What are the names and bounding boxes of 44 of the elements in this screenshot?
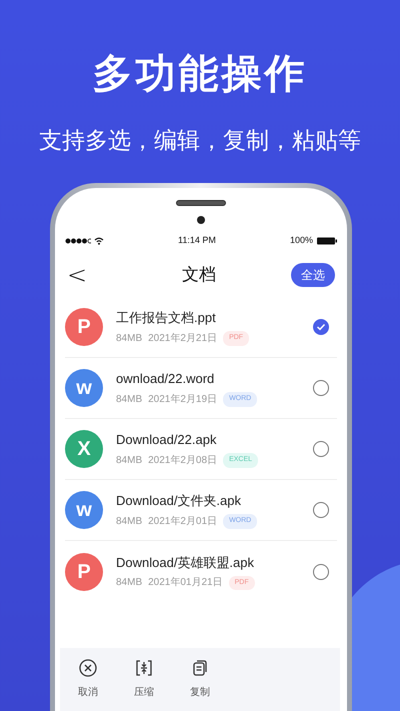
file-size: 84MB [116, 514, 142, 529]
file-size: 84MB [116, 576, 142, 590]
camera-icon [197, 216, 205, 224]
toolbar-button[interactable]: 取消 [60, 659, 116, 700]
cancel-icon [79, 659, 97, 677]
battery-percent: 100% [290, 234, 313, 248]
file-size: 84MB [116, 454, 142, 468]
copy-icon [191, 659, 209, 677]
file-size: 84MB [116, 332, 142, 346]
check-icon [316, 323, 326, 331]
file-date: 2021年01月21日 [148, 576, 223, 590]
file-type-avatar: X [65, 430, 103, 468]
file-type-avatar: P [65, 308, 103, 346]
compress-icon [135, 659, 153, 677]
status-time: 11:14 PM [178, 234, 216, 248]
battery-icon [316, 237, 337, 245]
file-name: Download/文件夹.apk [116, 492, 242, 510]
file-name: 工作报告文档.ppt [116, 309, 217, 328]
wifi-icon [94, 237, 104, 245]
select-checkbox[interactable] [313, 564, 329, 580]
toolbar-button[interactable]: 压缩 [116, 659, 172, 700]
toolbar-button[interactable]: 复制 [172, 659, 228, 700]
file-name: Download/英雄联盟.apk [116, 554, 255, 572]
select-all-button[interactable]: 全选 [291, 263, 335, 287]
file-date: 2021年2月08日 [148, 454, 218, 468]
back-button[interactable]: < [67, 263, 87, 287]
file-date: 2021年2月21日 [148, 332, 218, 346]
file-type-avatar: P [65, 552, 103, 590]
speaker-grille [176, 200, 226, 206]
select-checkbox[interactable] [313, 502, 329, 518]
file-date: 2021年2月01日 [148, 514, 218, 529]
subtitle: 支持多选，编辑，复制，粘贴等 [39, 126, 361, 155]
select-checkbox[interactable] [313, 319, 329, 335]
file-type-avatar: w [65, 369, 103, 407]
file-date: 2021年2月19日 [148, 392, 218, 407]
select-checkbox[interactable] [313, 380, 329, 396]
select-checkbox[interactable] [313, 441, 329, 457]
file-name: ownload/22.word [116, 370, 216, 388]
signal-icon [65, 238, 91, 244]
headline: 多功能操作 [92, 51, 308, 98]
file-type-avatar: w [65, 491, 103, 529]
page-title: 文档 [182, 264, 216, 286]
file-size: 84MB [116, 392, 142, 407]
file-name: Download/22.apk [116, 431, 218, 450]
